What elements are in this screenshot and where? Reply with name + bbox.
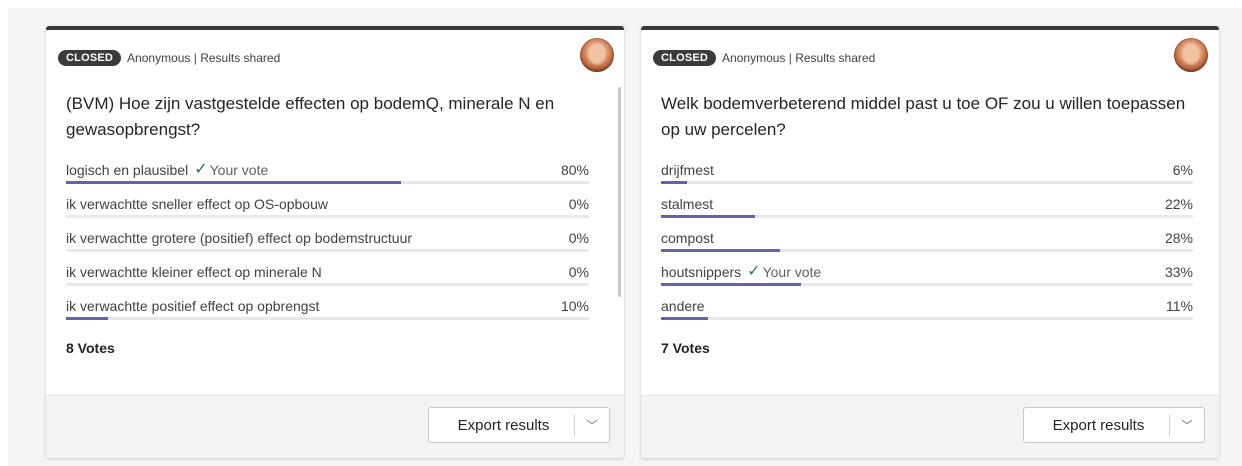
poll-option: ik verwachtte positief effect op opbreng… (66, 297, 589, 331)
poll-header: CLOSED Anonymous | Results shared (653, 49, 875, 67)
chevron-down-icon[interactable]: ﹀ (1170, 417, 1204, 433)
avatar-face (590, 45, 604, 63)
status-badge: CLOSED (58, 50, 122, 66)
poll-header: CLOSED Anonymous | Results shared (58, 49, 280, 67)
poll-question: (BVM) Hoe zijn vastgestelde effecten op … (66, 94, 555, 139)
option-label: compost (661, 230, 714, 246)
avatar[interactable] (580, 38, 614, 72)
option-label: ik verwachtte sneller effect op OS-opbou… (66, 196, 328, 212)
option-label: ik verwachtte positief effect op opbreng… (66, 298, 320, 314)
option-bar-track (66, 181, 589, 184)
export-results-button[interactable]: Export results ﹀ (428, 407, 610, 443)
option-bar-track (661, 317, 1193, 320)
option-bar-fill (661, 249, 781, 252)
option-bar-fill (661, 215, 755, 218)
option-label: ik verwachtte grotere (positief) effect … (66, 230, 413, 246)
option-bar-fill (661, 181, 687, 184)
your-vote-label: Your vote (762, 264, 822, 280)
checkmark-icon: ✓ (194, 161, 208, 178)
avatar-face (1184, 45, 1198, 63)
poll-option: compost 28% (661, 229, 1193, 263)
option-bar-fill (661, 283, 802, 286)
scrollbar[interactable] (618, 87, 621, 297)
option-bar-track (66, 215, 589, 218)
your-vote-label: Your vote (209, 162, 269, 178)
poll-meta: Anonymous | Results shared (127, 51, 281, 65)
poll-footer: Export results ﹀ (641, 395, 1219, 458)
option-bar-track (66, 317, 589, 320)
export-results-label[interactable]: Export results (429, 417, 574, 434)
vote-count: 7 Votes (661, 340, 710, 356)
poll-option: stalmest 22% (661, 195, 1193, 229)
option-bar-fill (661, 317, 708, 320)
option-percent: 11% (1166, 298, 1193, 314)
poll-option: houtsnippers ✓ Your vote 33% (661, 263, 1193, 297)
option-percent: 33% (1164, 264, 1193, 280)
option-bar-track (661, 283, 1193, 286)
option-percent: 0% (568, 230, 589, 246)
poll-question: Welk bodemverbeterend middel past u toe … (661, 94, 1186, 139)
option-label: andere (661, 298, 705, 314)
export-results-button[interactable]: Export results ﹀ (1023, 407, 1205, 443)
poll-option: drijfmest 6% (661, 161, 1193, 195)
option-bar-track (661, 215, 1193, 218)
option-label: houtsnippers (661, 264, 742, 280)
checkmark-icon: ✓ (747, 263, 761, 280)
option-label: stalmest (661, 196, 714, 212)
option-percent: 22% (1164, 196, 1193, 212)
option-bar-track (661, 181, 1193, 184)
poll-footer: Export results ﹀ (46, 395, 624, 458)
poll-option: ik verwachtte grotere (positief) effect … (66, 229, 589, 263)
poll-option: ik verwachtte sneller effect op OS-opbou… (66, 195, 589, 229)
option-percent: 0% (568, 196, 589, 212)
option-bar-fill (66, 181, 401, 184)
avatar[interactable] (1174, 38, 1208, 72)
option-label: ik verwachtte kleiner effect op minerale… (66, 264, 322, 280)
option-bar-track (66, 249, 589, 252)
option-bar-track (661, 249, 1193, 252)
poll-card-1: CLOSED Anonymous | Results shared (BVM) … (46, 26, 624, 458)
option-percent: 6% (1172, 162, 1193, 178)
option-label: drijfmest (661, 162, 714, 178)
option-bar-fill (66, 317, 108, 320)
option-bar-track (66, 283, 589, 286)
poll-options: drijfmest 6% stalmest 22% compost 28% ho… (661, 161, 1193, 331)
poll-option: andere 11% (661, 297, 1193, 331)
poll-option: logisch en plausibel ✓ Your vote 80% (66, 161, 589, 195)
poll-options: logisch en plausibel ✓ Your vote 80% ik … (66, 161, 589, 331)
chevron-down-icon[interactable]: ﹀ (575, 417, 609, 433)
option-percent: 10% (560, 298, 589, 314)
poll-meta: Anonymous | Results shared (722, 51, 876, 65)
vote-count: 8 Votes (66, 340, 115, 356)
option-percent: 28% (1164, 230, 1193, 246)
poll-results-canvas: CLOSED Anonymous | Results shared (BVM) … (8, 8, 1242, 466)
option-percent: 80% (560, 162, 589, 178)
option-percent: 0% (568, 264, 589, 280)
export-results-label[interactable]: Export results (1024, 417, 1169, 434)
poll-option: ik verwachtte kleiner effect op minerale… (66, 263, 589, 297)
option-label: logisch en plausibel (66, 162, 189, 178)
poll-card-2: CLOSED Anonymous | Results shared Welk b… (641, 26, 1219, 458)
status-badge: CLOSED (653, 50, 717, 66)
